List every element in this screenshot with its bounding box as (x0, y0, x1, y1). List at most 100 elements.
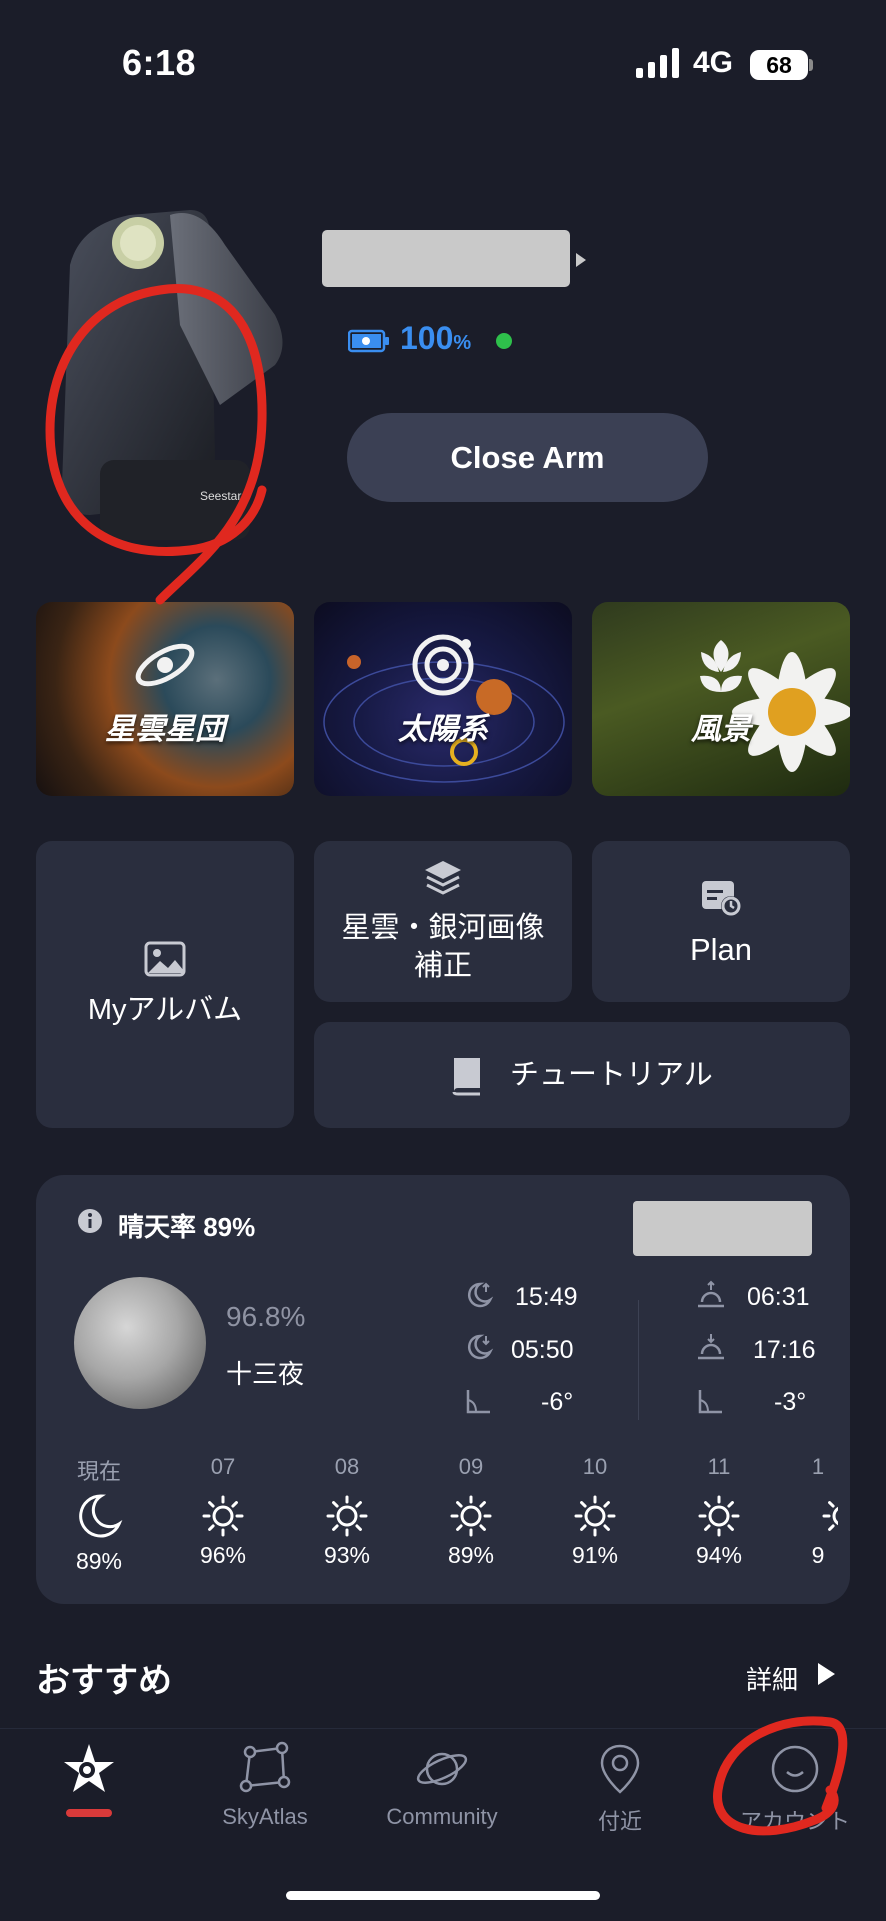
sunrise-icon (698, 1280, 724, 1308)
sun-icon (450, 1495, 492, 1537)
moonrise-time: 15:49 (515, 1283, 578, 1311)
moon-illumination: 96.8% (226, 1301, 306, 1332)
battery-value: 100 (400, 320, 454, 356)
moon-icon (79, 1494, 123, 1538)
info-icon[interactable] (77, 1208, 103, 1234)
hourly-forecast-item: 11 94% (674, 1454, 764, 1569)
moonset-icon (467, 1334, 494, 1360)
planet-icon (416, 1752, 468, 1786)
forecast-clear-rate: 89% (75, 1548, 123, 1574)
battery-level: 68 (750, 50, 808, 80)
hourly-forecast-item: 07 96% (178, 1454, 268, 1569)
play-arrow-icon[interactable] (818, 1663, 835, 1685)
device-logo: Seestar (200, 489, 241, 503)
forecast-hour: 08 (334, 1454, 360, 1479)
mode-card-solar[interactable]: 太陽系 (314, 602, 572, 796)
moonrise-icon (467, 1282, 494, 1308)
moon-image (74, 1277, 206, 1409)
active-tab-indicator (66, 1809, 112, 1817)
forecast-clear-rate: 93% (323, 1542, 371, 1568)
forecast-hour: 11 (707, 1454, 731, 1479)
tab-home[interactable] (14, 1740, 164, 1804)
forecast-hour: 1 (811, 1454, 825, 1479)
flower-icon (700, 640, 742, 692)
sunrise-time: 06:31 (747, 1283, 810, 1311)
my-album-label: Myアルバム (87, 994, 243, 1026)
sun-icon (202, 1495, 244, 1537)
forecast-hour: 10 (582, 1454, 608, 1479)
device-battery-icon (348, 329, 389, 353)
weather-divider (638, 1300, 639, 1420)
book-icon (452, 1058, 480, 1096)
tab-community[interactable]: Community (367, 1740, 517, 1830)
tab-skyatlas[interactable]: SkyAtlas (190, 1740, 340, 1830)
forecast-clear-rate: 9 (811, 1542, 825, 1568)
tutorial-tile[interactable]: チュートリアル (314, 1022, 850, 1128)
mode-card-landscape[interactable]: 風景 (592, 602, 850, 796)
forecast-hour: 09 (458, 1454, 484, 1479)
network-type: 4G (693, 46, 734, 79)
my-album-tile[interactable]: Myアルバム (36, 841, 294, 1128)
plan-tile[interactable]: Plan (592, 841, 850, 1002)
hourly-forecast-item: 現在 89% (54, 1454, 144, 1575)
solar-system-icon (412, 634, 474, 696)
image-correction-tile[interactable]: 星雲・銀河画像 補正 (314, 841, 572, 1002)
sunset-time: 17:16 (753, 1336, 816, 1364)
tab-nearby[interactable]: 付近 (545, 1740, 695, 1836)
forecast-clear-rate: 94% (695, 1542, 743, 1568)
device-name-redacted[interactable] (322, 230, 570, 287)
hourly-forecast-item: 09 89% (426, 1454, 516, 1569)
tutorial-label: チュートリアル (510, 1059, 713, 1091)
clear-sky-rate: 晴天率 89% (118, 1212, 256, 1242)
sun-icon (326, 1495, 368, 1537)
hourly-forecast-item: 19 (798, 1454, 838, 1569)
plan-label: Plan (689, 932, 753, 967)
device-battery-percent: 100% (400, 320, 471, 357)
mode-label-landscape: 風景 (691, 713, 751, 746)
image-correction-label-2: 補正 (413, 950, 472, 982)
galaxy-icon (135, 643, 195, 687)
close-arm-button[interactable]: Close Arm (347, 413, 708, 502)
tab-nearby-label: 付近 (597, 1809, 642, 1834)
sun-altitude: -3° (774, 1388, 807, 1416)
sun-icon (822, 1501, 838, 1531)
home-indicator[interactable] (286, 1891, 600, 1900)
moon-altitude-icon (466, 1390, 490, 1414)
tab-account[interactable]: アカウント (720, 1740, 870, 1836)
sun-altitude-icon (698, 1390, 722, 1414)
layers-icon (425, 861, 461, 895)
location-pin-icon (600, 1744, 640, 1794)
moon-altitude: -6° (541, 1388, 574, 1416)
location-redacted[interactable] (633, 1201, 812, 1256)
mode-label-solar: 太陽系 (398, 713, 488, 746)
seestar-star-icon (64, 1744, 114, 1792)
status-time: 6:18 (122, 42, 197, 83)
tab-community-label: Community (386, 1804, 498, 1829)
hourly-forecast-item: 08 93% (302, 1454, 392, 1569)
moon-phase-name: 十三夜 (226, 1359, 305, 1389)
image-icon (144, 941, 186, 977)
sun-icon (574, 1495, 616, 1537)
constellation-icon (239, 1741, 291, 1793)
mode-card-nebula[interactable]: 星雲星団 (36, 602, 294, 796)
battery-unit: % (453, 332, 472, 354)
smiley-icon (771, 1745, 819, 1793)
hourly-forecast-item: 10 91% (550, 1454, 640, 1569)
forecast-hour: 07 (210, 1454, 236, 1479)
recommendations-title: おすすめ (36, 1662, 172, 1700)
signal-strength-icon (636, 48, 679, 78)
mode-label-nebula: 星雲星団 (105, 713, 225, 746)
forecast-hour: 現在 (76, 1459, 121, 1484)
seestar-device-image[interactable]: Seestar (50, 205, 290, 545)
recommendations-more-link[interactable]: 詳細 (746, 1660, 798, 1697)
sunset-icon (698, 1334, 724, 1360)
image-correction-label-1: 星雲・銀河画像 (341, 912, 545, 944)
forecast-clear-rate: 91% (571, 1542, 619, 1568)
tab-skyatlas-label: SkyAtlas (222, 1804, 308, 1829)
battery-tip (809, 59, 813, 71)
moonset-time: 05:50 (511, 1336, 574, 1364)
device-name-arrow-icon[interactable] (576, 253, 586, 267)
sun-icon (698, 1495, 740, 1537)
calendar-clock-icon (702, 881, 741, 916)
forecast-clear-rate: 89% (447, 1542, 495, 1568)
